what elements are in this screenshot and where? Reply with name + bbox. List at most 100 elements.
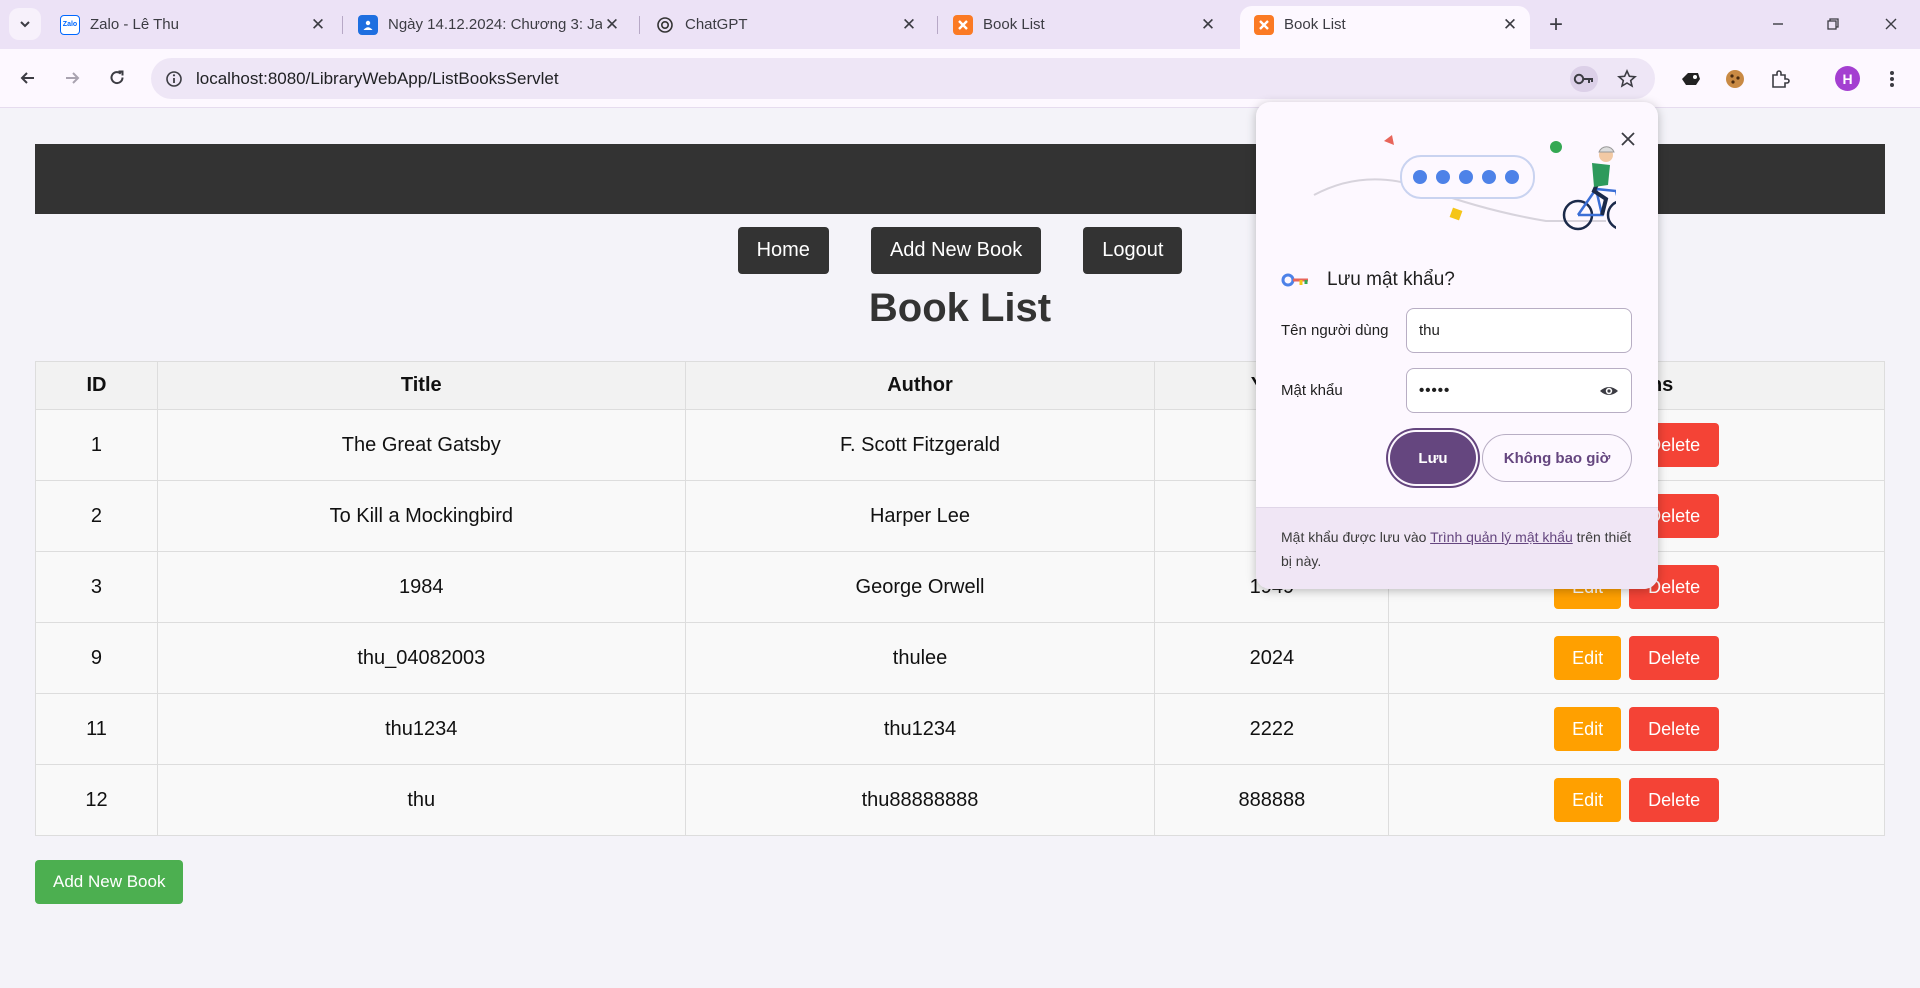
cell-title: thu_04082003 (156, 622, 686, 694)
delete-button[interactable]: Delete (1629, 707, 1720, 751)
tab-title: ChatGPT (685, 16, 748, 33)
cell-actions: EditDelete (1388, 622, 1885, 694)
tab-bar: Zalo Zalo - Lê Thu ✕ Ngày 14.12.2024: Ch… (0, 0, 1920, 49)
cell-author: thu1234 (684, 693, 1156, 765)
reload-button[interactable] (102, 63, 132, 93)
close-icon[interactable]: ✕ (1500, 15, 1520, 35)
cell-author: Harper Lee (684, 480, 1156, 552)
minimize-icon (1773, 23, 1783, 25)
reload-icon (110, 70, 124, 85)
tab-chatgpt[interactable]: ChatGPT ✕ (641, 6, 929, 43)
cell-author: F. Scott Fitzgerald (684, 409, 1156, 481)
footer-text: Mật khẩu được lưu vào (1281, 529, 1431, 545)
cell-year: 2222 (1154, 693, 1390, 765)
home-link[interactable]: Home (737, 227, 829, 274)
cell-id: 9 (35, 622, 158, 694)
close-window-button[interactable] (1876, 10, 1906, 38)
plus-icon: + (1548, 11, 1563, 38)
site-info-icon[interactable] (163, 68, 185, 90)
cell-id: 2 (35, 480, 158, 552)
xampp-icon (953, 14, 973, 35)
tab-title: Book List (983, 16, 1045, 33)
new-tab-button[interactable]: + (1543, 11, 1569, 38)
arrow-right-icon (66, 72, 80, 84)
close-icon[interactable]: ✕ (602, 15, 622, 35)
cell-id: 12 (35, 764, 158, 836)
password-illustration (1313, 135, 1616, 231)
edit-button[interactable]: Edit (1554, 636, 1622, 680)
cell-title: thu (156, 764, 686, 836)
chatgpt-icon (655, 15, 675, 35)
delete-button[interactable]: Delete (1629, 778, 1720, 822)
cell-author: thu88888888 (684, 764, 1156, 836)
cell-author: George Orwell (684, 551, 1156, 623)
dialog-header: Lưu mật khẩu? (1281, 269, 1455, 291)
eye-icon[interactable] (1599, 381, 1619, 401)
cookie-icon[interactable] (1721, 65, 1749, 93)
password-label: Mật khẩu (1281, 382, 1343, 399)
logout-link[interactable]: Logout (1083, 227, 1183, 274)
close-icon[interactable]: ✕ (1198, 15, 1218, 35)
cell-title: The Great Gatsby (156, 409, 686, 481)
never-save-button[interactable]: Không bao giờ (1482, 434, 1632, 482)
add-new-book-button[interactable]: Add New Book (35, 860, 184, 904)
arrow-left-icon (20, 72, 34, 84)
chevron-down-icon (20, 21, 30, 28)
star-icon[interactable] (1613, 66, 1641, 92)
tab-zalo[interactable]: Zalo Zalo - Lê Thu ✕ (46, 6, 338, 43)
cell-id: 1 (35, 409, 158, 481)
address-bar[interactable]: localhost:8080/LibraryWebApp/ListBooksSe… (151, 58, 1655, 99)
profile-avatar[interactable]: H (1835, 66, 1860, 91)
dialog-footer: Mật khẩu được lưu vào Trình quản lý mật … (1256, 507, 1658, 589)
cell-author: thulee (684, 622, 1156, 694)
cell-actions: EditDelete (1388, 764, 1885, 836)
save-password-button[interactable]: Lưu (1390, 432, 1476, 484)
tab-classroom[interactable]: Ngày 14.12.2024: Chương 3: Jav ✕ (344, 6, 632, 43)
cell-title: thu1234 (156, 693, 686, 765)
password-field[interactable]: ••••• (1406, 368, 1632, 413)
cell-actions: EditDelete (1388, 693, 1885, 765)
tab-title: Book List (1284, 16, 1346, 33)
browser-toolbar: localhost:8080/LibraryWebApp/ListBooksSe… (0, 49, 1920, 108)
close-icon[interactable]: ✕ (899, 15, 919, 35)
password-key-icon[interactable] (1570, 66, 1598, 92)
edit-button[interactable]: Edit (1554, 707, 1622, 751)
zalo-icon: Zalo (60, 14, 80, 35)
close-dialog-button[interactable] (1615, 126, 1641, 152)
tab-separator (639, 16, 640, 34)
forward-button[interactable] (57, 63, 87, 93)
puzzle-icon[interactable] (1766, 65, 1794, 93)
extension-icon[interactable] (1677, 65, 1705, 93)
cell-year: 2024 (1154, 622, 1390, 694)
column-header-author: Author (684, 361, 1156, 410)
delete-button[interactable]: Delete (1629, 636, 1720, 680)
close-icon (1621, 132, 1635, 146)
tab-separator (937, 16, 938, 34)
column-header-id: ID (35, 361, 158, 410)
restore-button[interactable] (1818, 10, 1848, 38)
close-icon[interactable]: ✕ (308, 15, 328, 35)
cell-id: 11 (35, 693, 158, 765)
tab-title: Ngày 14.12.2024: Chương 3: Jav (388, 16, 602, 33)
minimize-button[interactable] (1763, 10, 1793, 38)
username-label: Tên người dùng (1281, 322, 1389, 339)
password-manager-key-icon (1281, 273, 1308, 287)
table-row: 9 thu_04082003 thulee 2024 Edit Delete (35, 622, 1885, 694)
dialog-title: Lưu mật khẩu? (1327, 269, 1455, 290)
more-menu-icon[interactable] (1878, 65, 1906, 93)
back-button[interactable] (13, 63, 43, 93)
save-password-dialog: Lưu mật khẩu? Tên người dùng thu Mật khẩ… (1256, 102, 1658, 589)
tab-search-button[interactable] (9, 8, 41, 40)
cell-title: To Kill a Mockingbird (156, 480, 686, 552)
xampp-icon (1254, 14, 1274, 35)
password-manager-link[interactable]: Trình quản lý mật khẩu (1430, 529, 1573, 545)
cell-year: 888888 (1154, 764, 1390, 836)
tab-book-list-active[interactable]: Book List ✕ (1240, 6, 1530, 49)
add-new-book-link[interactable]: Add New Book (870, 227, 1042, 274)
username-value: thu (1419, 322, 1440, 339)
edit-button[interactable]: Edit (1554, 778, 1622, 822)
column-header-title: Title (156, 361, 686, 410)
username-field[interactable]: thu (1406, 308, 1632, 353)
tab-book-list[interactable]: Book List ✕ (939, 6, 1228, 43)
tab-title: Zalo - Lê Thu (90, 16, 179, 33)
